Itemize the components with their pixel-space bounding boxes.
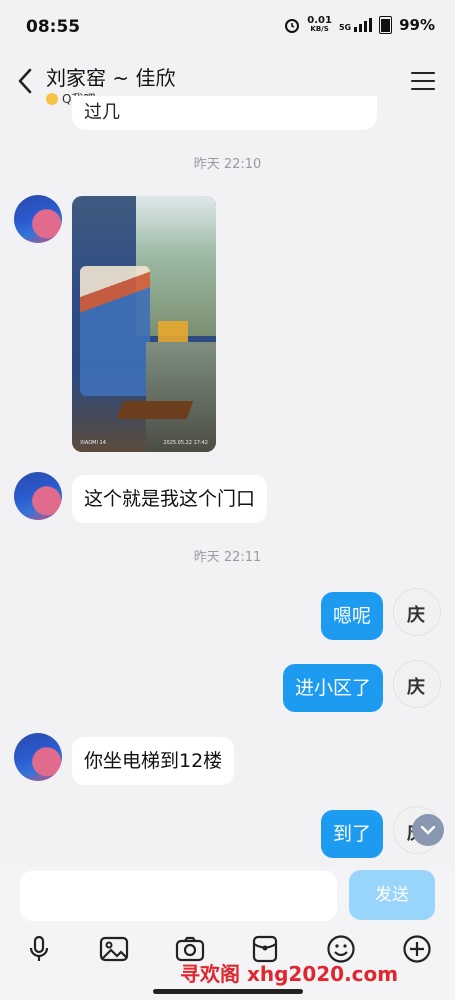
status-bar: 08:55 0.01 KB/S 5G 99%	[0, 0, 455, 52]
chevron-down-icon	[420, 825, 436, 835]
battery-icon	[379, 16, 393, 34]
menu-icon[interactable]	[411, 72, 435, 92]
my-avatar[interactable]	[393, 660, 441, 708]
photo-mural	[80, 266, 150, 396]
mic-icon[interactable]	[24, 934, 54, 964]
send-button[interactable]: 发送	[349, 870, 435, 920]
timestamp: 昨天 22:10	[193, 157, 262, 172]
composer: 发送 寻欢阁 xhg2020.com	[0, 866, 455, 1000]
home-indicator[interactable]	[153, 989, 303, 994]
emoji-face-icon	[46, 92, 58, 105]
message-bubble-sent[interactable]: 到了	[320, 810, 383, 858]
scroll-to-bottom-button[interactable]	[412, 814, 444, 846]
message-bubble-sent[interactable]: 进小区了	[282, 664, 383, 712]
photo-message[interactable]: XIAOMI 14 2025.05.22 17:42	[72, 196, 216, 452]
message-bubble-received[interactable]: 你坐电梯到12楼	[72, 737, 235, 785]
photo-caption: XIAOMI 14 2025.05.22 17:42	[80, 440, 208, 446]
message-bubble-partial[interactable]: 过几	[72, 96, 377, 130]
timestamp: 昨天 22:11	[193, 550, 262, 565]
network-speed: 0.01 KB/S	[307, 15, 332, 34]
alarm-icon	[285, 19, 300, 33]
signal-icon: 5G	[339, 18, 373, 32]
message-input[interactable]	[20, 871, 337, 921]
image-icon[interactable]	[99, 934, 129, 964]
status-icons: 0.01 KB/S 5G 99%	[284, 16, 435, 34]
back-arrow-icon[interactable]	[14, 66, 38, 96]
plus-icon[interactable]	[402, 934, 432, 964]
photo-bench	[116, 401, 194, 419]
message-bubble-received[interactable]: 这个就是我这个门口	[72, 475, 268, 523]
contact-avatar[interactable]	[14, 472, 62, 520]
contact-avatar[interactable]	[14, 733, 62, 781]
chat-title[interactable]: 刘家窑 ~ 佳欣	[46, 62, 175, 91]
contact-avatar[interactable]	[14, 195, 62, 243]
my-avatar[interactable]	[393, 588, 441, 636]
watermark: 寻欢阁 xhg2020.com	[180, 962, 399, 986]
message-bubble-sent[interactable]: 嗯呢	[320, 592, 383, 640]
photo-ground	[146, 342, 216, 452]
clock: 08:55	[26, 17, 81, 37]
battery-level: 99%	[399, 16, 435, 34]
